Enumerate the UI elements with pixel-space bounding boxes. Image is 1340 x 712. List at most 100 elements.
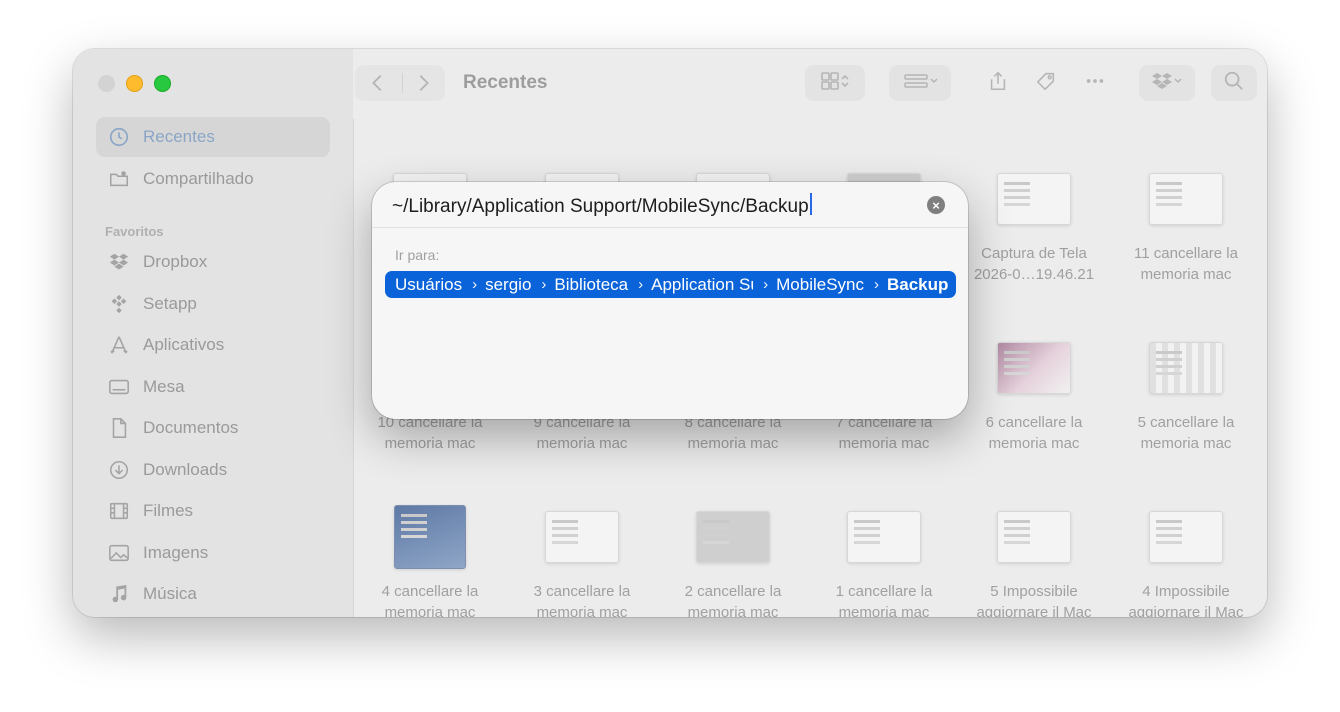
file-name: 5 cancellare la: [1137, 414, 1235, 431]
file-item[interactable]: 4 cancellare la memoria mac: [354, 497, 506, 617]
window-controls: [98, 75, 171, 92]
clear-icon[interactable]: ×: [927, 196, 945, 214]
sidebar-item-mesa[interactable]: Mesa: [96, 367, 330, 407]
file-item[interactable]: Captura de Tela 2026-0…19.46.21: [958, 159, 1110, 285]
file-name: memoria mac: [1140, 266, 1232, 283]
toolbar: Recentes: [353, 49, 1267, 119]
file-name: memoria mac: [1140, 435, 1232, 452]
path-input[interactable]: ~/Library/Application Support/MobileSync…: [392, 193, 882, 218]
music-icon: [106, 583, 132, 605]
file-item[interactable]: 11 cancellare la memoria mac: [1110, 159, 1262, 285]
setapp-icon: [106, 293, 132, 315]
sidebar-item-recentes[interactable]: Recentes: [96, 117, 330, 157]
dropbox-menu-button[interactable]: [1139, 65, 1195, 101]
close-window-button[interactable]: [98, 75, 115, 92]
divider: [372, 227, 968, 228]
shared-folder-icon: [106, 168, 132, 190]
file-item[interactable]: 6 cancellare la memoria mac: [958, 328, 1110, 454]
sidebar-item-label: Recentes: [143, 127, 215, 146]
sidebar: Recentes Compartilhado Favoritos Dropbox…: [73, 49, 354, 617]
file-name: memoria mac: [536, 435, 628, 452]
sidebar-item-downloads[interactable]: Downloads: [96, 450, 330, 490]
path-input-value[interactable]: ~/Library/Application Support/MobileSync…: [392, 196, 809, 218]
photo-icon: [106, 542, 132, 564]
file-name: aggiornare il Mac: [1128, 604, 1244, 617]
file-name: 5 Impossibile: [990, 583, 1078, 600]
chevron-right-icon: ›: [874, 276, 879, 293]
sidebar-item-documentos[interactable]: Documentos: [96, 408, 330, 448]
file-name: 4 Impossibile: [1142, 583, 1230, 600]
file-name: memoria mac: [687, 435, 779, 452]
text-caret: [809, 193, 812, 215]
sidebar-item-filmes[interactable]: Filmes: [96, 491, 330, 531]
path-suggestion-row[interactable]: Usuários › sergio › Biblioteca › Applica…: [385, 271, 956, 298]
file-thumbnail: [997, 173, 1071, 225]
icon-view-icon: [819, 70, 851, 97]
breadcrumb-item-current: Backup: [887, 274, 949, 294]
zoom-window-button[interactable]: [154, 75, 171, 92]
goto-section-label: Ir para:: [395, 247, 440, 263]
sidebar-item-label: Mesa: [143, 377, 185, 396]
tag-button[interactable]: [1026, 65, 1066, 101]
file-name: memoria mac: [838, 435, 930, 452]
search-icon: [1223, 70, 1245, 97]
file-item[interactable]: 2 cancellare la memoria mac: [657, 497, 809, 617]
chevron-right-icon: ›: [541, 276, 547, 293]
search-button[interactable]: [1211, 65, 1257, 101]
file-name: memoria mac: [838, 604, 930, 617]
sidebar-item-label: Dropbox: [143, 252, 208, 271]
favorites-header: Favoritos: [105, 224, 164, 239]
file-name: 1 cancellare la: [835, 583, 933, 600]
file-item[interactable]: 4 Impossibile aggiornare il Mac: [1110, 497, 1262, 617]
file-thumbnail: [997, 511, 1071, 563]
sidebar-item-setapp[interactable]: Setapp: [96, 284, 330, 324]
file-thumbnail: [997, 342, 1071, 394]
share-button[interactable]: [978, 65, 1018, 101]
forward-icon[interactable]: [412, 72, 434, 99]
sidebar-item-compartilhado[interactable]: Compartilhado: [96, 159, 330, 199]
dropbox-icon: [1151, 70, 1183, 97]
file-item[interactable]: 1 cancellare la memoria mac: [808, 497, 960, 617]
applications-icon: [106, 334, 132, 356]
breadcrumb-item: Application Support: [651, 274, 753, 294]
minimize-window-button[interactable]: [126, 75, 143, 92]
sidebar-item-label: Filmes: [143, 501, 194, 520]
file-thumbnail: [1149, 173, 1223, 225]
breadcrumb-item: sergio: [485, 274, 532, 294]
file-name: memoria mac: [384, 435, 476, 452]
file-thumbnail: [847, 511, 921, 563]
file-item[interactable]: 5 cancellare la memoria mac: [1110, 328, 1262, 454]
sidebar-item-dropbox[interactable]: Dropbox: [96, 242, 330, 282]
tag-icon: [1035, 70, 1057, 97]
file-thumbnail: [696, 511, 770, 563]
file-name: aggiornare il Mac: [976, 604, 1092, 617]
file-item[interactable]: 5 Impossibile aggiornare il Mac: [958, 497, 1110, 617]
file-thumbnail: [1149, 342, 1223, 394]
dropbox-icon: [106, 251, 132, 273]
file-name: 4 cancellare la: [381, 583, 479, 600]
group-button[interactable]: [889, 65, 951, 101]
share-icon: [987, 70, 1009, 97]
file-name: 2026-0…19.46.21: [973, 266, 1095, 283]
sidebar-item-label: Downloads: [143, 460, 228, 479]
breadcrumb-item: MobileSync: [776, 274, 864, 294]
file-name: memoria mac: [687, 604, 779, 617]
chevron-right-icon: ›: [638, 276, 644, 293]
file-name: memoria mac: [988, 435, 1080, 452]
chevron-right-icon: ›: [472, 276, 478, 293]
sidebar-item-label: Setapp: [143, 294, 197, 313]
more-actions-button[interactable]: [1075, 65, 1115, 101]
file-thumbnail: [545, 511, 619, 563]
view-mode-button[interactable]: [805, 65, 865, 101]
back-icon[interactable]: [367, 72, 389, 99]
file-name: 6 cancellare la: [985, 414, 1083, 431]
go-to-folder-dialog: ~/Library/Application Support/MobileSync…: [372, 182, 968, 419]
file-thumbnail: [394, 505, 466, 569]
sidebar-item-imagens[interactable]: Imagens: [96, 533, 330, 573]
sidebar-item-label: Música: [143, 584, 197, 603]
file-item[interactable]: 3 cancellare la memoria mac: [506, 497, 658, 617]
file-name: memoria mac: [384, 604, 476, 617]
sidebar-item-label: Imagens: [143, 543, 209, 562]
sidebar-item-aplicativos[interactable]: Aplicativos: [96, 325, 330, 365]
sidebar-item-musica[interactable]: Música: [96, 574, 330, 614]
